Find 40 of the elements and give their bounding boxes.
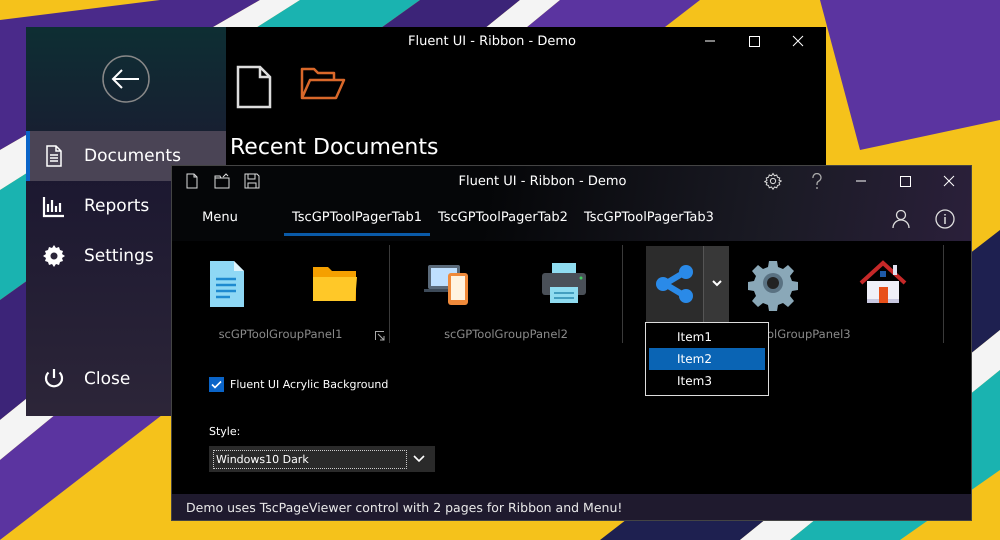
checkbox[interactable] (209, 377, 224, 392)
checkbox-label: Fluent UI Acrylic Background (230, 378, 388, 391)
window-title: Fluent UI - Ribbon - Demo (406, 34, 578, 48)
style-dropdown[interactable]: Windows10 Dark (209, 446, 435, 472)
save-icon[interactable] (244, 173, 260, 189)
open-file-icon[interactable] (214, 173, 230, 189)
user-icon[interactable] (892, 208, 910, 228)
new-document-icon[interactable] (184, 173, 200, 189)
sidebar-item[interactable]: Documents (26, 131, 226, 181)
group-label: scGPToolGroupPanel1 (218, 327, 344, 341)
close-icon[interactable] (943, 175, 955, 187)
dialog-launcher-icon[interactable] (375, 331, 385, 341)
style-label: Style: (209, 425, 242, 438)
menu-tab[interactable]: Menu (184, 202, 256, 236)
new-document-icon[interactable] (236, 65, 272, 109)
window-title: Fluent UI - Ribbon - Demo (457, 174, 628, 188)
group-label: olGroupPanel3 (767, 327, 851, 341)
status-bar: Demo uses TscPageViewer control with 2 pages for Ribbon and Menu! (172, 494, 971, 520)
maximize-icon[interactable] (748, 36, 760, 46)
section-heading: Recent Documents (229, 134, 440, 162)
share-button[interactable] (646, 246, 704, 322)
sidebar-item[interactable]: Settings (26, 231, 171, 281)
maximize-icon[interactable] (900, 176, 910, 186)
bar-chart-icon (42, 194, 66, 218)
group-label: scGPToolGroupPanel2 (443, 327, 569, 341)
help-icon[interactable] (812, 173, 822, 189)
ribbon-tab[interactable]: TscGPToolPagerTab1 (284, 202, 430, 236)
settings-icon[interactable] (764, 172, 782, 190)
gear-icon (42, 244, 66, 268)
ribbon-tab[interactable]: TscGPToolPagerTab3 (576, 202, 722, 236)
menu-item[interactable]: Item1 (649, 326, 765, 348)
sidebar-item[interactable]: Reports (26, 181, 171, 231)
menu-item[interactable]: Item3 (649, 370, 765, 392)
info-icon[interactable] (935, 208, 955, 228)
open-folder-icon[interactable] (300, 65, 346, 101)
sidebar-item[interactable]: Close (26, 354, 171, 404)
menu-item[interactable]: Item2 (649, 348, 765, 370)
chevron-down-icon (712, 280, 722, 287)
close-icon[interactable] (792, 35, 804, 47)
ribbon-tab[interactable]: TscGPToolPagerTab2 (430, 202, 576, 236)
